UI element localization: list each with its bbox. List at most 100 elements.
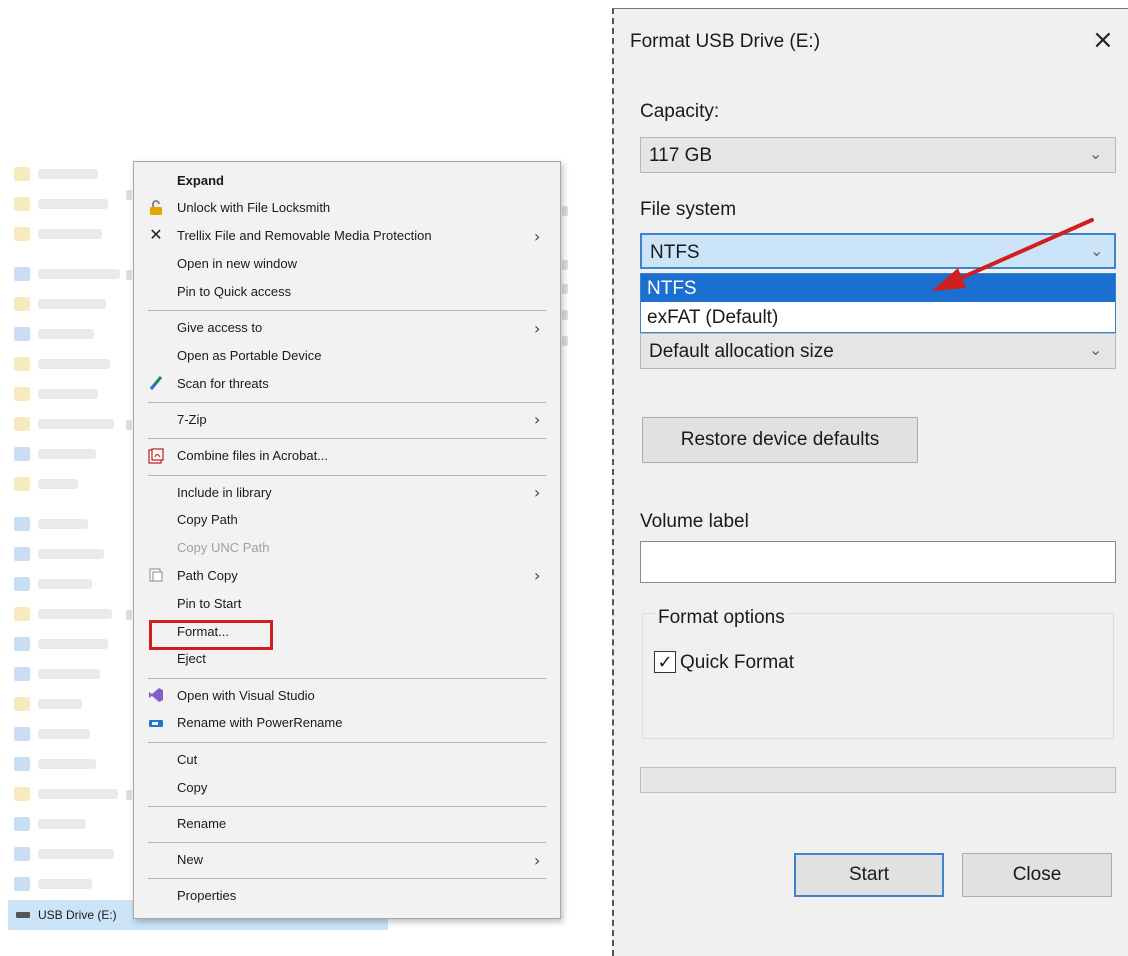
menu-item-label: Copy UNC Path (177, 540, 270, 556)
chevron-down-icon: ⌄ (1089, 144, 1103, 163)
menu-item-label: Include in library (177, 484, 272, 500)
chevron-right-icon: › (534, 318, 541, 338)
acrobat-icon (148, 448, 164, 464)
menu-separator (148, 401, 546, 403)
file-system-label: File system (640, 199, 737, 220)
menu-item-label: Pin to Start (177, 595, 242, 611)
menu-item-rename[interactable]: Rename (134, 810, 560, 836)
nav-item (14, 356, 110, 372)
folder-icon (14, 697, 30, 711)
text-fragment (126, 790, 132, 800)
drive-icon (14, 817, 30, 831)
format-dialog: Format USB Drive (E:) × Capacity: 117 GB… (612, 8, 1128, 956)
restore-defaults-button[interactable]: Restore device defaults (642, 417, 918, 463)
drive-icon (14, 847, 30, 861)
capacity-label: Capacity: (640, 101, 720, 122)
folder-icon (14, 787, 30, 801)
menu-item-label: Path Copy (177, 567, 238, 583)
text-fragment (126, 610, 132, 620)
chevron-down-icon: ⌄ (1089, 340, 1103, 359)
menu-separator (148, 805, 546, 807)
folder-icon (14, 357, 30, 371)
drive-icon (14, 637, 30, 651)
nav-item (14, 416, 114, 432)
format-highlight-box (149, 620, 273, 650)
menu-item-trellix-file-and-removable-media-protection[interactable]: ✕ Trellix File and Removable Media Protec… (134, 223, 560, 249)
menu-item-cut[interactable]: Cut (134, 746, 560, 772)
chevron-right-icon: › (534, 226, 541, 246)
menu-item-unlock-with-file-locksmith[interactable]: Unlock with File Locksmith (134, 195, 560, 221)
allocation-size-select[interactable]: Default allocation size ⌄ (640, 333, 1116, 369)
menu-item-new[interactable]: New › (134, 847, 560, 873)
file-system-option-ntfs[interactable]: NTFS (641, 274, 1115, 302)
menu-separator (148, 474, 546, 476)
menu-item-open-as-portable-device[interactable]: Open as Portable Device (134, 342, 560, 368)
chevron-right-icon: › (534, 566, 541, 586)
chevron-right-icon: › (534, 483, 541, 502)
menu-item-include-in-library[interactable]: Include in library › (134, 479, 560, 505)
menu-item-7-zip[interactable]: 7-Zip › (134, 406, 560, 432)
capacity-select[interactable]: 117 GB ⌄ (640, 137, 1116, 173)
nav-item (14, 786, 118, 802)
file-system-option-exfat[interactable]: exFAT (Default) (641, 303, 1115, 331)
volume-label-input[interactable] (640, 541, 1116, 583)
menu-separator (148, 438, 546, 440)
text-fragment (126, 270, 132, 280)
close-icon[interactable]: × (1092, 25, 1114, 55)
drive-icon (14, 267, 30, 281)
nav-item (14, 266, 120, 282)
drive-icon (14, 757, 30, 771)
menu-item-give-access-to[interactable]: Give access to › (134, 315, 560, 341)
folder-icon (14, 297, 30, 311)
nav-item (14, 446, 96, 462)
file-system-dropdown: NTFS exFAT (Default) (640, 273, 1116, 333)
chevron-down-icon: ⌄ (1090, 241, 1104, 260)
folder-icon (14, 227, 30, 241)
menu-item-copy-path[interactable]: Copy Path (134, 507, 560, 533)
path-copy-icon (148, 567, 164, 583)
drive-icon (14, 447, 30, 461)
menu-item-label: Open as Portable Device (177, 347, 322, 363)
menu-item-label: Open in new window (177, 255, 297, 271)
start-button[interactable]: Start (794, 853, 944, 897)
allocation-size-value: Default allocation size (649, 341, 834, 362)
format-options-group (642, 613, 1114, 739)
checkmark-icon: ✓ (657, 651, 673, 673)
menu-item-open-in-new-window[interactable]: Open in new window (134, 250, 560, 276)
nav-item (14, 476, 78, 492)
folder-icon (14, 387, 30, 401)
nav-item (14, 666, 100, 682)
quick-format-checkbox[interactable]: ✓ (654, 651, 676, 673)
menu-item-copy[interactable]: Copy (134, 774, 560, 800)
nav-item (14, 876, 92, 892)
menu-item-expand[interactable]: Expand (134, 167, 560, 193)
drive-icon (14, 547, 30, 561)
menu-item-combine-files-in-acrobat[interactable]: Combine files in Acrobat... (134, 443, 560, 469)
powerrename-icon (148, 715, 164, 731)
drive-icon (14, 327, 30, 341)
nav-item (14, 296, 106, 312)
menu-item-label: Rename (177, 815, 227, 831)
menu-item-properties[interactable]: Properties (134, 883, 560, 909)
visual-studio-icon (148, 687, 164, 703)
menu-item-open-with-visual-studio[interactable]: Open with Visual Studio (134, 682, 560, 708)
nav-item (14, 696, 82, 712)
text-fragment (562, 310, 568, 320)
menu-item-pin-to-quick-access[interactable]: Pin to Quick access (134, 278, 560, 304)
menu-item-rename-with-powerrename[interactable]: Rename with PowerRename (134, 710, 560, 736)
usb-drive-icon (16, 912, 30, 918)
menu-item-path-copy[interactable]: Path Copy › (134, 562, 560, 588)
menu-item-scan-for-threats[interactable]: Scan for threats (134, 370, 560, 396)
file-system-select[interactable]: NTFS ⌄ (640, 233, 1116, 269)
menu-item-pin-to-start[interactable]: Pin to Start (134, 590, 560, 616)
folder-icon (14, 607, 30, 621)
nav-item (14, 326, 94, 342)
chevron-right-icon: › (534, 410, 541, 430)
menu-item-label: Scan for threats (177, 375, 269, 391)
close-button[interactable]: Close (962, 853, 1112, 897)
menu-item-copy-unc-path: Copy UNC Path (134, 535, 560, 561)
menu-item-label: Trellix File and Removable Media Protect… (177, 228, 432, 244)
lock-icon (148, 199, 164, 216)
menu-item-label: New (177, 852, 204, 868)
menu-item-label: Rename with PowerRename (177, 715, 343, 731)
